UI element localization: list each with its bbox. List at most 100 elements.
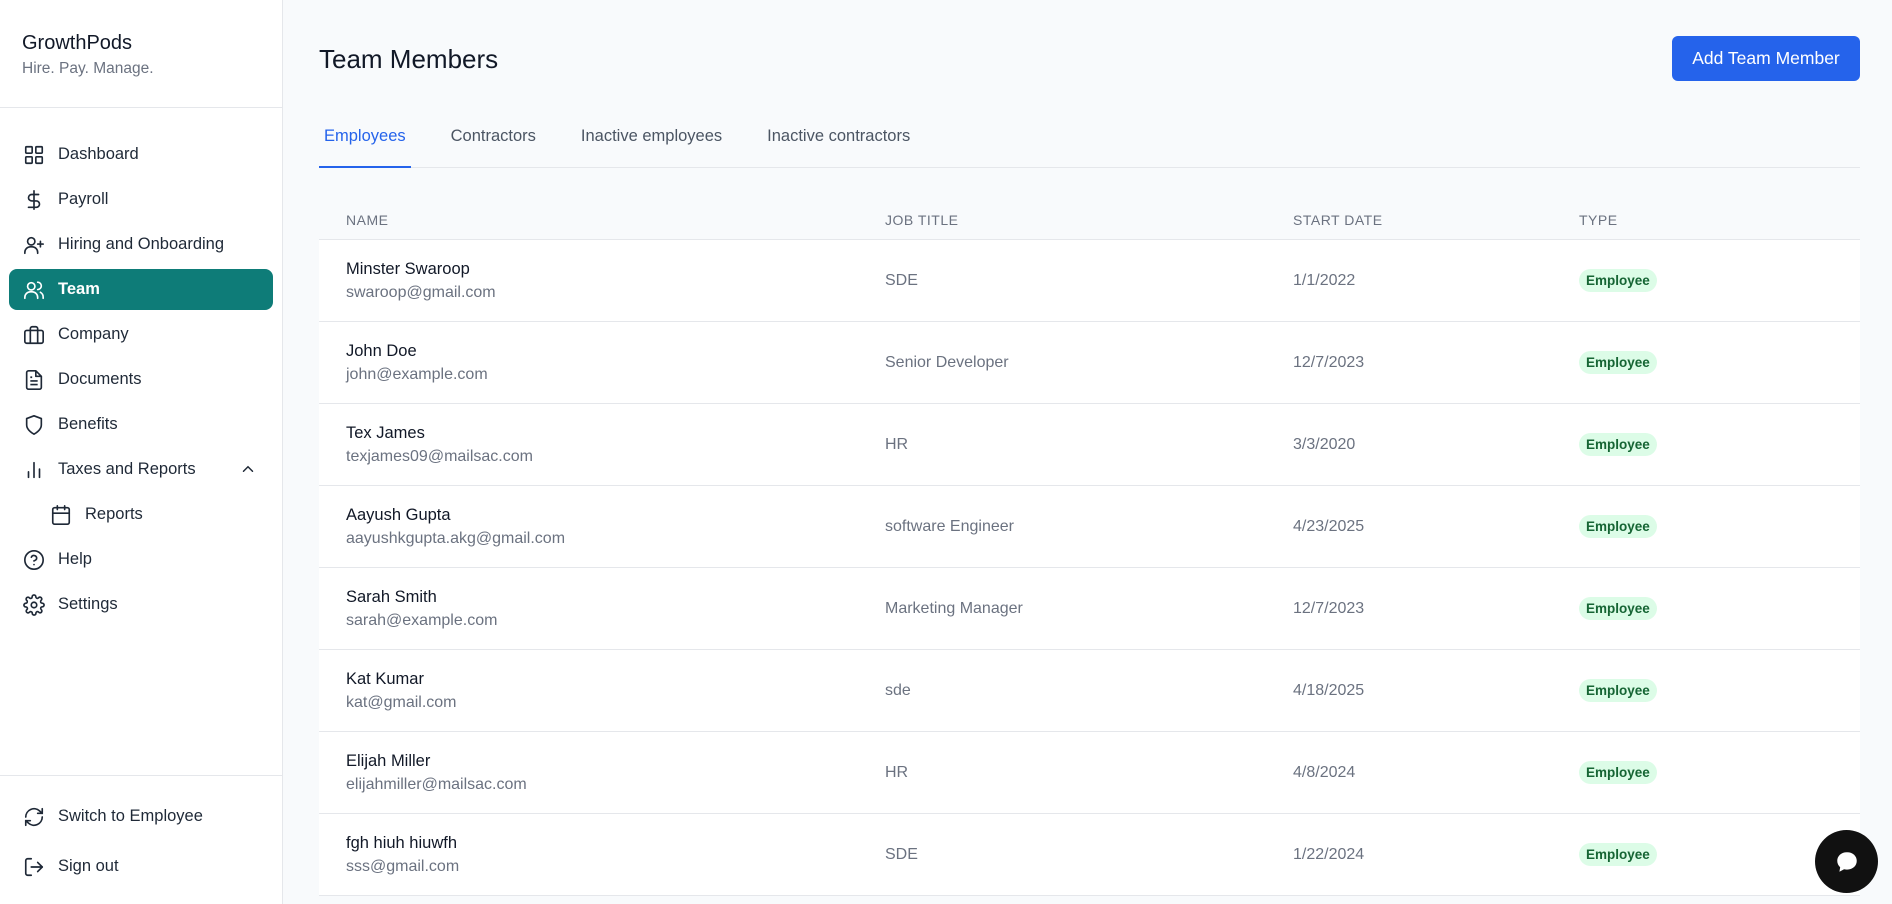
briefcase-icon [22, 323, 46, 347]
type-badge: Employee [1579, 269, 1657, 292]
document-icon [22, 368, 46, 392]
tab-contractors[interactable]: Contractors [446, 114, 541, 168]
table-row[interactable]: Elijah Miller elijahmiller@mailsac.com HR… [319, 732, 1860, 814]
member-name: Aayush Gupta [346, 505, 451, 524]
sidebar-item-dashboard[interactable]: Dashboard [9, 134, 273, 175]
table-row[interactable]: Sarah Smith sarah@example.com Marketing M… [319, 568, 1860, 650]
chat-button[interactable] [1815, 830, 1878, 893]
sidebar-item-documents[interactable]: Documents [9, 359, 273, 400]
sidebar-item-label: Hiring and Onboarding [58, 235, 225, 253]
sidebar-item-settings[interactable]: Settings [9, 584, 273, 625]
member-email: sss@gmail.com [346, 857, 460, 875]
brand-tagline: Hire. Pay. Manage. [22, 60, 154, 77]
sidebar-item-label: Documents [58, 370, 142, 388]
shield-icon [22, 413, 46, 437]
sidebar-item-label: Payroll [58, 190, 109, 208]
member-name: Elijah Miller [346, 751, 431, 770]
member-email: john@example.com [346, 365, 488, 383]
sidebar-item-label: Settings [58, 595, 118, 613]
member-job-title: SDE [885, 845, 918, 863]
column-header-start-date[interactable]: START DATE [1293, 212, 1579, 228]
switch-to-employee-button[interactable]: Switch to Employee [9, 796, 273, 837]
sidebar-item-taxes-and-reports[interactable]: Taxes and Reports [9, 449, 273, 490]
column-header-job-title[interactable]: JOB TITLE [885, 212, 1293, 228]
sidebar-item-label: Help [58, 550, 92, 568]
tab-employees[interactable]: Employees [319, 114, 411, 168]
column-header-name[interactable]: NAME [319, 212, 885, 228]
type-badge: Employee [1579, 597, 1657, 620]
member-start-date: 12/7/2023 [1293, 599, 1365, 617]
sidebar-item-label: Taxes and Reports [58, 460, 196, 478]
type-badge: Employee [1579, 679, 1657, 702]
sidebar-nav: Dashboard Payroll Hiring and Onboarding … [0, 108, 282, 625]
sidebar-footer-label: Switch to Employee [58, 807, 203, 825]
sidebar-item-reports[interactable]: Reports [9, 494, 273, 535]
member-job-title: HR [885, 763, 909, 781]
member-job-title: sde [885, 681, 911, 699]
member-job-title: Senior Developer [885, 353, 1009, 371]
table-row[interactable]: Tex James texjames09@mailsac.com HR 3/3/2… [319, 404, 1860, 486]
dollar-icon [22, 188, 46, 212]
sidebar-item-company[interactable]: Company [9, 314, 273, 355]
tab-inactive-employees[interactable]: Inactive employees [576, 114, 727, 168]
tab-inactive-contractors[interactable]: Inactive contractors [762, 114, 915, 168]
member-name: Tex James [346, 423, 425, 442]
table-row[interactable]: Aayush Gupta aayushkgupta.akg@gmail.com s… [319, 486, 1860, 568]
table-header: NAME JOB TITLE START DATE TYPE [319, 200, 1860, 240]
sign-out-button[interactable]: Sign out [9, 846, 273, 887]
member-name: John Doe [346, 341, 417, 360]
table-row[interactable]: Minster Swaroop swaroop@gmail.com SDE 1/1… [319, 240, 1860, 322]
user-plus-icon [22, 233, 46, 257]
member-name: Sarah Smith [346, 587, 437, 606]
gear-icon [22, 593, 46, 617]
refresh-icon [22, 805, 46, 829]
help-circle-icon [22, 548, 46, 572]
member-start-date: 1/1/2022 [1293, 271, 1356, 289]
member-email: sarah@example.com [346, 611, 498, 629]
member-start-date: 12/7/2023 [1293, 353, 1365, 371]
member-start-date: 3/3/2020 [1293, 435, 1356, 453]
table-row[interactable]: John Doe john@example.com Senior Develope… [319, 322, 1860, 404]
member-start-date: 4/18/2025 [1293, 681, 1365, 699]
member-email: elijahmiller@mailsac.com [346, 775, 527, 793]
member-email: texjames09@mailsac.com [346, 447, 533, 465]
chat-bubble-icon [1836, 851, 1857, 872]
sidebar-item-benefits[interactable]: Benefits [9, 404, 273, 445]
sidebar-item-label: Dashboard [58, 145, 139, 163]
sidebar-item-payroll[interactable]: Payroll [9, 179, 273, 220]
page-title: Team Members [319, 44, 499, 74]
member-email: swaroop@gmail.com [346, 283, 496, 301]
sidebar-item-team[interactable]: Team [9, 269, 273, 310]
brand: GrowthPods Hire. Pay. Manage. [0, 0, 282, 108]
member-job-title: Marketing Manager [885, 599, 1023, 617]
table-row[interactable]: Kat Kumar kat@gmail.com sde 4/18/2025 Emp… [319, 650, 1860, 732]
team-table: NAME JOB TITLE START DATE TYPE Minster S… [319, 200, 1860, 896]
member-name: fgh hiuh hiuwfh [346, 833, 457, 852]
member-email: aayushkgupta.akg@gmail.com [346, 529, 566, 547]
sidebar-item-label: Company [58, 325, 129, 343]
chevron-up-icon[interactable] [239, 460, 257, 478]
sidebar-footer: Switch to Employee Sign out [0, 775, 282, 904]
type-badge: Employee [1579, 351, 1657, 374]
member-job-title: software Engineer [885, 517, 1014, 535]
type-badge: Employee [1579, 515, 1657, 538]
brand-name: GrowthPods [22, 32, 133, 54]
sidebar-item-label: Team [58, 280, 100, 298]
bar-chart-icon [22, 458, 46, 482]
sidebar-footer-label: Sign out [58, 857, 119, 875]
add-team-member-button[interactable]: Add Team Member [1672, 36, 1860, 81]
member-job-title: HR [885, 435, 909, 453]
member-start-date: 4/23/2025 [1293, 517, 1365, 535]
member-name: Kat Kumar [346, 669, 424, 688]
sidebar-item-help[interactable]: Help [9, 539, 273, 580]
column-header-type[interactable]: TYPE [1579, 212, 1860, 228]
tabs: Employees Contractors Inactive employees… [319, 114, 1860, 168]
sidebar-item-label: Reports [85, 505, 143, 523]
member-job-title: SDE [885, 271, 918, 289]
users-icon [22, 278, 46, 302]
type-badge: Employee [1579, 433, 1657, 456]
grid-icon [22, 143, 46, 167]
calendar-icon [49, 503, 73, 527]
table-row[interactable]: fgh hiuh hiuwfh sss@gmail.com SDE 1/22/20… [319, 814, 1860, 896]
sidebar-item-hiring[interactable]: Hiring and Onboarding [9, 224, 273, 265]
